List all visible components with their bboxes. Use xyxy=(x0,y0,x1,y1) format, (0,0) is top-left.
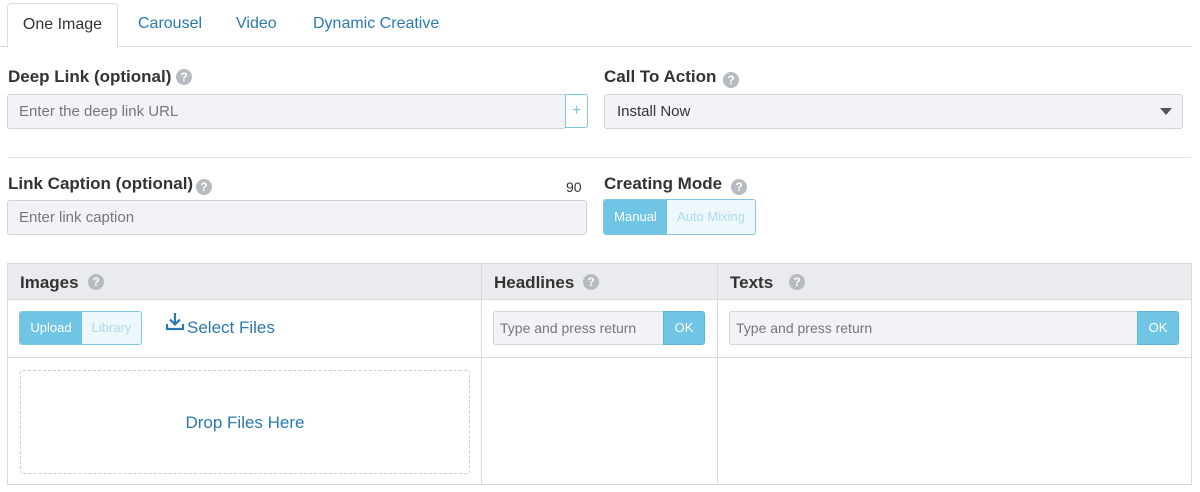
images-header: Images ? xyxy=(8,264,481,300)
link-caption-input[interactable] xyxy=(7,200,587,235)
tab-video[interactable]: Video xyxy=(236,3,277,47)
mode-manual-button[interactable]: Manual xyxy=(604,200,667,234)
tab-bar: One Image Carousel Video Dynamic Creativ… xyxy=(0,0,1192,48)
headline-input[interactable] xyxy=(493,311,664,345)
headlines-title: Headlines xyxy=(494,273,575,292)
help-icon[interactable]: ? xyxy=(723,72,739,88)
text-input[interactable] xyxy=(729,311,1138,345)
deep-link-input[interactable] xyxy=(7,94,566,129)
headlines-header: Headlines ? xyxy=(482,264,717,300)
help-icon[interactable]: ? xyxy=(731,179,747,195)
link-caption-label: Link Caption (optional) xyxy=(8,174,194,193)
download-icon[interactable] xyxy=(165,312,185,332)
tab-carousel[interactable]: Carousel xyxy=(138,3,202,47)
headline-ok-button[interactable]: OK xyxy=(663,311,705,345)
help-icon[interactable]: ? xyxy=(583,274,599,290)
images-toolbar: Upload Library Select Files xyxy=(8,300,481,358)
caption-char-counter: 90 xyxy=(566,179,582,195)
images-title: Images xyxy=(20,273,79,292)
call-to-action-label: Call To Action xyxy=(604,67,717,86)
text-ok-button[interactable]: OK xyxy=(1137,311,1179,345)
help-icon[interactable]: ? xyxy=(196,179,212,195)
deep-link-label: Deep Link (optional) xyxy=(8,67,172,86)
add-deep-link-button[interactable]: + xyxy=(565,94,588,128)
select-files-link[interactable]: Select Files xyxy=(187,318,275,338)
drop-zone[interactable]: Drop Files Here xyxy=(20,370,470,474)
help-icon[interactable]: ? xyxy=(176,69,192,85)
tab-one-image[interactable]: One Image xyxy=(7,3,118,48)
assets-panel: Images ? Upload Library Select Files Dro… xyxy=(7,263,1192,485)
creating-mode-label: Creating Mode xyxy=(604,174,723,193)
image-source-toggle: Upload Library xyxy=(19,311,142,345)
headlines-toolbar: OK xyxy=(482,300,717,358)
creating-mode-toggle: Manual Auto Mixing xyxy=(603,199,756,235)
mode-auto-mixing-button[interactable]: Auto Mixing xyxy=(667,200,755,234)
help-icon[interactable]: ? xyxy=(88,274,104,290)
library-button[interactable]: Library xyxy=(82,312,141,344)
call-to-action-select[interactable]: Install Now xyxy=(604,94,1183,129)
upload-button[interactable]: Upload xyxy=(20,312,82,344)
texts-header: Texts ? xyxy=(718,264,1191,300)
texts-title: Texts xyxy=(730,273,774,292)
tab-dynamic-creative[interactable]: Dynamic Creative xyxy=(313,3,439,47)
chevron-down-icon xyxy=(1160,108,1172,115)
section-divider xyxy=(8,157,1191,158)
drop-files-label: Drop Files Here xyxy=(185,413,305,432)
call-to-action-value: Install Now xyxy=(617,103,691,120)
help-icon[interactable]: ? xyxy=(789,274,805,290)
texts-toolbar: OK xyxy=(718,300,1191,358)
